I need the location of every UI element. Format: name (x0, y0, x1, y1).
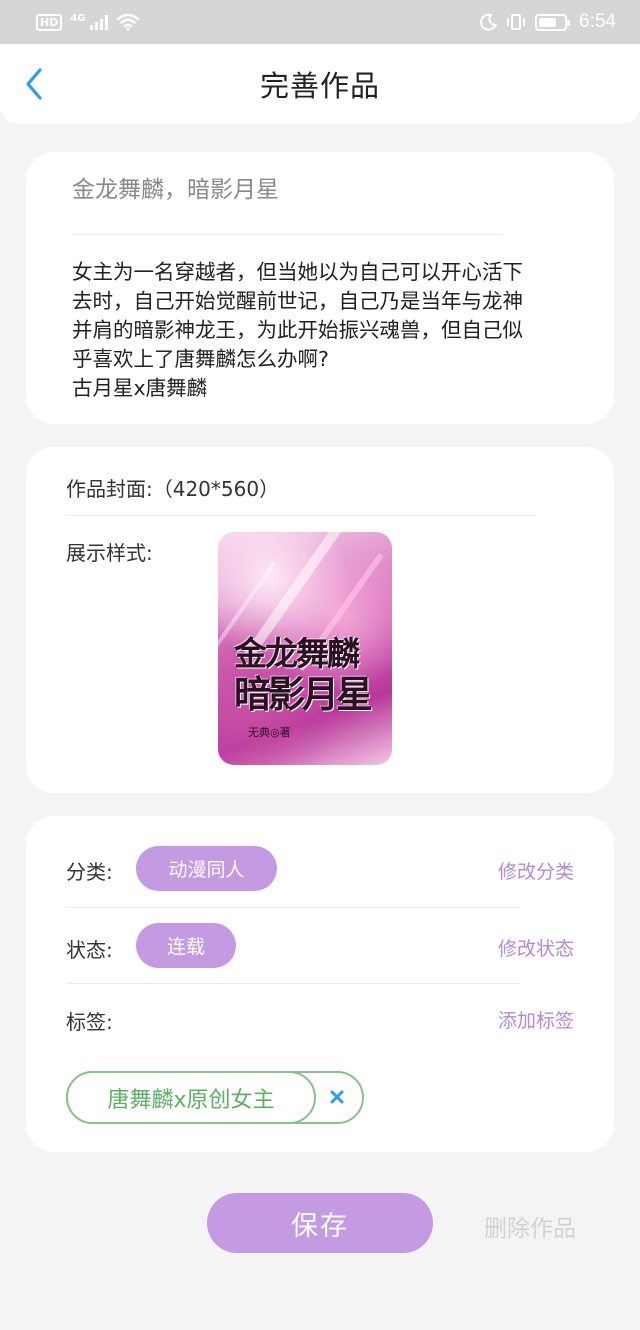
page-title: 完善作品 (259, 69, 380, 103)
work-info-card: 金龙舞麟，暗影月星 女主为一名穿越者，但当她以为自己可以开心活下 去时，自己开始… (26, 152, 614, 424)
back-button[interactable] (16, 66, 52, 102)
status-left: HD 4G (36, 13, 140, 31)
description-line: 女主为一名穿越者，但当她以为自己可以开心活下 (72, 260, 523, 284)
hd-badge: HD (36, 13, 63, 31)
cover-title-line: 金龙舞麟 (234, 634, 360, 673)
tag-text: 唐舞麟x原创女主 (66, 1071, 316, 1124)
cover-author: 无典◎著 (248, 726, 291, 739)
tags-label: 标签: (66, 1010, 113, 1034)
description-line: 古月星x唐舞麟 (72, 376, 208, 400)
category-label: 分类: (66, 860, 113, 884)
save-button[interactable]: 保存 (207, 1193, 433, 1253)
cover-card: 作品封面:（420*560） 展示样式: 金龙舞麟 暗影月星 无典◎著 (26, 447, 614, 793)
vibrate-icon (507, 14, 526, 30)
status-chip: 连载 (136, 923, 236, 968)
cover-title-line: 暗影月星 (234, 672, 373, 716)
work-title-field[interactable]: 金龙舞麟，暗影月星 (72, 170, 279, 204)
header: 完善作品 (0, 44, 640, 124)
description-line: 乎喜欢上了唐舞麟怎么办啊? (72, 347, 329, 371)
status-label: 状态: (66, 938, 113, 962)
cover-title-text: 金龙舞麟 暗影月星 (234, 634, 384, 714)
moon-icon (480, 13, 498, 31)
divider (66, 907, 520, 908)
close-icon (330, 1090, 344, 1104)
signal-icon (89, 14, 108, 30)
tag-item: 唐舞麟x原创女主 (66, 1071, 364, 1124)
add-tag-link[interactable]: 添加标签 (498, 1006, 574, 1033)
delete-work-button[interactable]: 删除作品 (484, 1209, 576, 1243)
meta-card: 分类: 动漫同人 修改分类 状态: 连载 修改状态 标签: 添加标签 唐舞麟x原… (26, 816, 614, 1152)
divider (66, 983, 520, 984)
chevron-left-icon (26, 68, 42, 100)
battery-icon (535, 13, 571, 31)
tag-remove-button[interactable] (326, 1086, 348, 1108)
work-description-field[interactable]: 女主为一名穿越者，但当她以为自己可以开心活下 去时，自己开始觉醒前世记，自己乃是… (72, 258, 582, 403)
wifi-icon (116, 13, 139, 31)
cover-image[interactable]: 金龙舞麟 暗影月星 无典◎著 (218, 532, 392, 765)
cover-size-label: 作品封面:（420*560） (66, 477, 280, 501)
modify-category-link[interactable]: 修改分类 (498, 857, 574, 884)
divider (72, 234, 502, 235)
description-line: 并肩的暗影神龙王，为此开始振兴魂兽，但自己似 (72, 318, 523, 342)
network-type: 4G (70, 12, 86, 24)
status-right: 6:54 (479, 11, 616, 33)
status-time: 6:54 (579, 11, 616, 32)
modify-status-link[interactable]: 修改状态 (498, 934, 574, 961)
status-bar: HD 4G 6:54 (0, 0, 640, 44)
category-chip: 动漫同人 (136, 846, 277, 891)
description-line: 去时，自己开始觉醒前世记，自己乃是当年与龙神 (72, 289, 523, 313)
display-style-label: 展示样式: (66, 541, 153, 565)
divider (66, 515, 536, 516)
